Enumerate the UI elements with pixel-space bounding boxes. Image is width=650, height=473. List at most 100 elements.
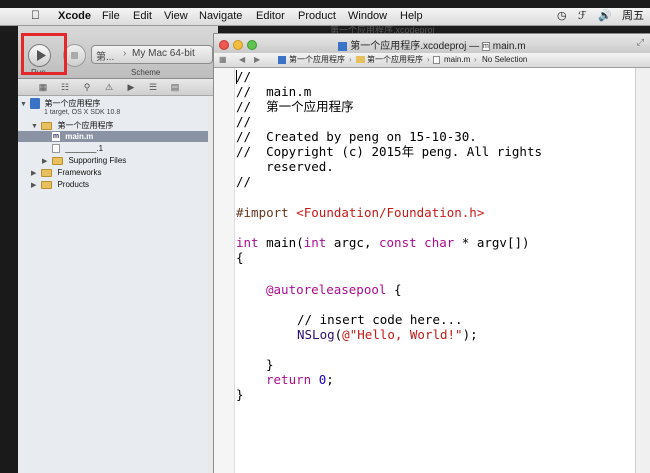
disclosure-closed-icon[interactable]: ▶ <box>31 180 39 191</box>
keyword-int: int <box>303 235 327 250</box>
navigator-selector-bar: ▦ ☷ ⚲ ⚠ ▶ ☰ ▤ <box>18 79 218 96</box>
keyword-autoreleasepool: @autoreleasepool <box>266 282 387 297</box>
folder-icon <box>52 156 64 165</box>
code-line-return: return 0; <box>266 372 334 387</box>
folder-icon <box>41 121 53 130</box>
related-items-icon[interactable]: ▦ <box>219 54 227 65</box>
nslog-close: ); <box>462 327 478 342</box>
supporting-files-label: Supporting Files <box>68 156 127 165</box>
code-line-nslog: NSLog(@"Hello, World!"); <box>297 327 478 342</box>
log-icon[interactable]: ▤ <box>170 82 180 92</box>
code-line-main: int main(int argc, const char * argv[]) <box>236 235 530 250</box>
selected-row <box>18 131 208 142</box>
volume-icon[interactable]: 🔊 <box>598 9 612 24</box>
breakpoint-icon[interactable]: ▶ <box>126 82 136 92</box>
jumpbar-group[interactable]: 第一个应用程序 <box>367 54 423 65</box>
disclosure-closed-icon[interactable]: ▶ <box>42 156 50 167</box>
folder-icon <box>356 56 365 63</box>
keyword-return: return <box>266 372 312 387</box>
semicolon: ; <box>326 372 334 387</box>
jump-bar: ▦ ◀ ▶ 第一个应用程序 › 第一个应用程序 › main.m › No Se… <box>214 53 650 68</box>
nslog-function: NSLog <box>297 327 335 342</box>
menu-file[interactable]: File <box>102 9 120 24</box>
folder-icon <box>41 168 53 177</box>
back-arrow-icon[interactable]: ◀ <box>239 54 245 65</box>
menu-help[interactable]: Help <box>400 9 423 24</box>
code-line-autorelease: @autoreleasepool { <box>266 282 401 297</box>
apple-icon[interactable]:  <box>31 8 40 23</box>
scheme-selector[interactable]: 第... › My Mac 64-bit <box>91 45 213 64</box>
xcode-project-icon <box>278 56 286 64</box>
code-line-import: #import <Foundation/Foundation.h> <box>236 205 484 220</box>
jumpbar-file[interactable]: main.m <box>444 54 470 65</box>
line-gutter <box>214 68 235 473</box>
code-line-7: reserved. <box>236 159 334 174</box>
keyword-int: int <box>236 235 259 250</box>
bluetooth-icon[interactable]: ℱ <box>578 9 587 24</box>
file-name-main: main.m <box>65 132 94 141</box>
chevron-right-icon: › <box>427 55 430 64</box>
clock[interactable]: 周五 <box>622 9 644 24</box>
chevron-right-icon: › <box>349 55 352 64</box>
scheme-label: Scheme <box>131 68 161 77</box>
objc-file-icon <box>433 56 440 64</box>
chevron-right-icon: › <box>474 55 477 64</box>
run-button-highlight <box>21 33 67 75</box>
jumpbar-project[interactable]: 第一个应用程序 <box>289 54 345 65</box>
code-brace-close: } <box>236 387 244 402</box>
objc-file-icon: m <box>481 41 490 51</box>
menu-view[interactable]: View <box>164 9 188 24</box>
scheme-target: 第... <box>96 52 115 63</box>
debug-icon[interactable]: ☰ <box>148 82 158 92</box>
nslog-string: @"Hello, World!" <box>342 327 463 342</box>
file-row-manpage[interactable]: _______.1 <box>52 143 103 154</box>
menu-editor[interactable]: Editor <box>256 9 285 24</box>
time-machine-icon[interactable]: ◷ <box>557 9 567 24</box>
frameworks-row[interactable]: ▶ Frameworks <box>31 167 101 179</box>
title-file: main.m <box>492 41 526 52</box>
scheme-destination: My Mac 64-bit <box>132 48 195 59</box>
code-line-2: // main.m <box>236 84 312 99</box>
vertical-scrollbar[interactable] <box>635 68 650 473</box>
menu-product[interactable]: Product <box>298 9 336 24</box>
code-inner-close: } <box>266 357 274 372</box>
file-row-main[interactable]: m main.m <box>52 131 93 142</box>
import-directive: #import <box>236 205 289 220</box>
editor-window-title: 第一个应用程序.xcodeproj — m main.m <box>214 37 650 52</box>
file-name-manpage: _______.1 <box>65 144 104 153</box>
main-argc: argc, <box>326 235 379 250</box>
disclosure-closed-icon[interactable]: ▶ <box>31 168 39 179</box>
objc-file-icon: m <box>52 132 60 142</box>
editor-title-bar: 第一个应用程序.xcodeproj — m main.m ⤢ <box>214 34 650 53</box>
frameworks-label: Frameworks <box>57 168 102 177</box>
main-name: main( <box>258 235 304 250</box>
symbol-icon[interactable]: ☷ <box>60 82 70 92</box>
search-icon[interactable]: ⚲ <box>82 82 92 92</box>
code-line-3: // 第一个应用程序 <box>236 99 354 114</box>
autorelease-brace: { <box>386 282 402 297</box>
issue-icon[interactable]: ⚠ <box>104 82 114 92</box>
menu-window[interactable]: Window <box>348 9 387 24</box>
menu-navigate[interactable]: Navigate <box>199 9 242 24</box>
title-separator: — <box>469 41 480 52</box>
project-navigator <box>18 96 208 473</box>
forward-arrow-icon[interactable]: ▶ <box>254 54 260 65</box>
jumpbar-selection[interactable]: No Selection <box>482 54 527 65</box>
code-brace-open: { <box>236 250 244 265</box>
fullscreen-icon[interactable]: ⤢ <box>637 37 644 48</box>
disclosure-open-icon[interactable]: ▼ <box>20 99 28 110</box>
title-project: 第一个应用程序.xcodeproj <box>350 41 467 52</box>
menu-edit[interactable]: Edit <box>133 9 152 24</box>
xcode-project-icon <box>338 41 348 51</box>
xcode-project-icon <box>30 98 41 110</box>
folder-icon[interactable]: ▦ <box>38 82 48 92</box>
code-line-5: // Created by peng on 15-10-30. <box>236 129 477 144</box>
menu-xcode[interactable]: Xcode <box>58 9 91 24</box>
code-line-4: // <box>236 114 252 129</box>
code-line-1: // <box>236 69 252 84</box>
supporting-files-row[interactable]: ▶ Supporting Files <box>42 155 126 167</box>
code-line-6: // Copyright (c) 2015年 peng. All rights <box>236 144 542 159</box>
products-row[interactable]: ▶ Products <box>31 179 89 191</box>
group-name: 第一个应用程序 <box>57 121 114 130</box>
